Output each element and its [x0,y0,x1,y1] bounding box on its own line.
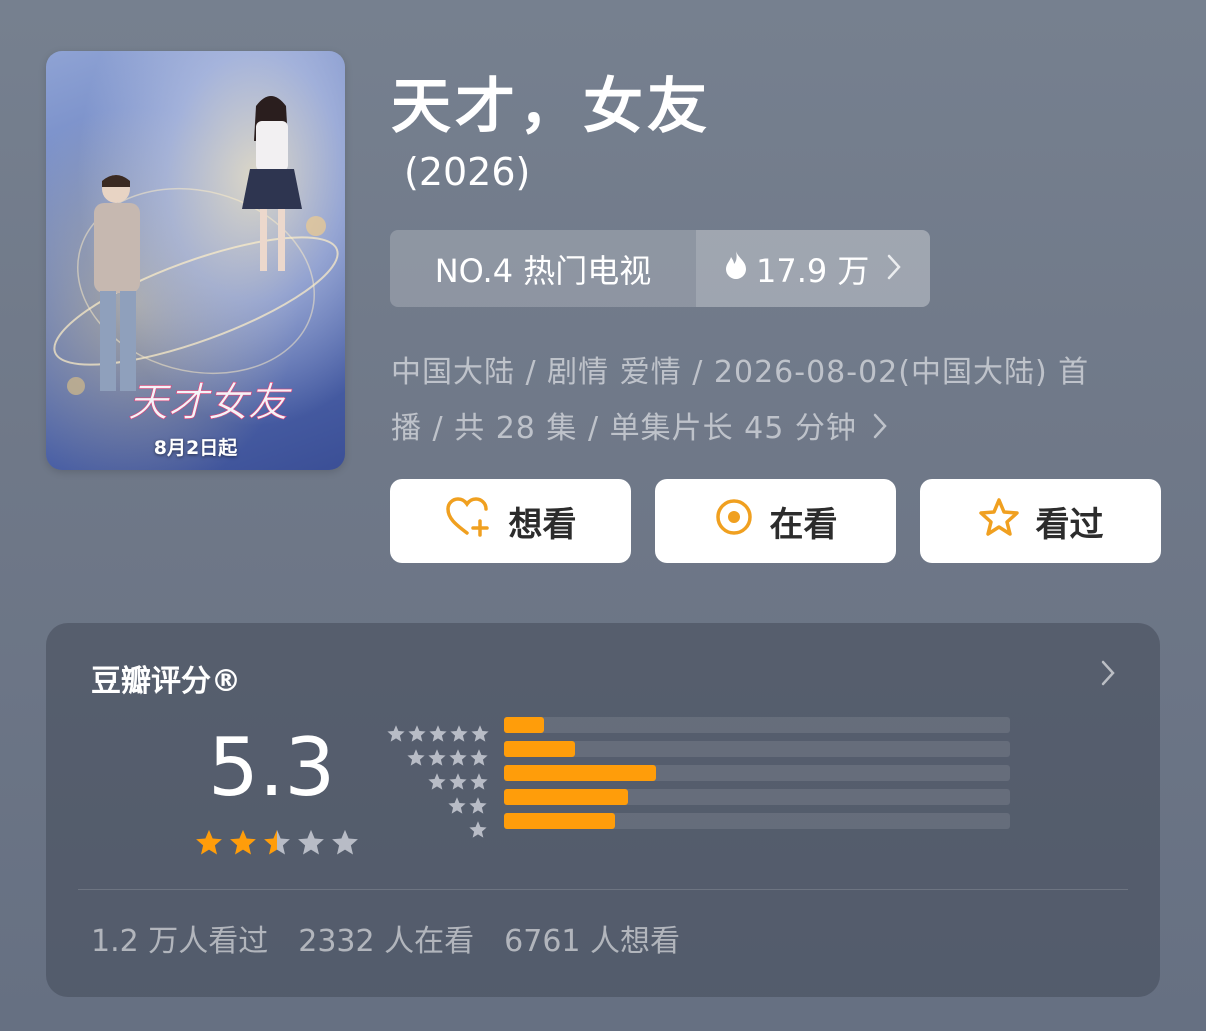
row-stars [468,820,488,844]
row-stars [447,796,488,820]
star-icon [449,724,469,748]
star-icon [386,724,406,748]
star-icon [330,828,360,862]
rank-chip[interactable]: NO.4 热门电视 17.9 万 [390,230,930,307]
rating-stats: 1.2 万人看过 2332 人在看 6761 人想看 [91,916,680,960]
rating-score: 5.3 [208,721,336,814]
star-icon [262,828,292,862]
star-icon [468,820,488,844]
star-outline-icon [978,497,1020,546]
male-figure [94,175,140,391]
divider [78,889,1128,890]
row-stars [427,772,489,796]
bar-fill [504,765,656,781]
bar-track [504,765,1010,781]
female-figure [242,96,302,271]
star-icon [407,724,427,748]
bar-track [504,717,1010,733]
watched-label: 看过 [1035,504,1104,545]
poster-title-art: 天才女友 [128,380,293,426]
star-icon [228,828,258,862]
want-button[interactable]: 想看 [390,479,631,563]
star-icon [296,828,326,862]
want-label: 想看 [508,504,577,545]
heat-chip[interactable]: 17.9 万 [696,230,930,307]
stat-item: 1.2 万人看过 [91,924,269,959]
star-icon [406,748,426,772]
heart-plus-icon [445,496,493,546]
target-circle-icon [714,497,754,546]
star-icon [428,724,448,748]
star-icon [469,772,489,796]
star-icon [470,724,490,748]
chevron-right-icon [873,402,888,458]
star-icon [448,772,468,796]
page-title: 天才，女友 [391,72,711,142]
stat-item: 2332 人在看 [298,924,475,959]
bar-fill [504,789,628,805]
bar-track [504,741,1010,757]
bar-track [504,813,1010,829]
rank-label[interactable]: NO.4 热门电视 [390,230,696,307]
meta-line-1: 中国大陆 / 剧情 爱情 / 2026-08-02(中国大陆) 首 [391,355,1090,390]
meta-line-2: 播 / 共 28 集 / 单集片长 45 分钟 [391,411,857,446]
score-stars [194,828,360,862]
chevron-right-icon[interactable] [1100,659,1116,691]
bar-fill [504,717,545,733]
release-year: (2026) [404,150,531,194]
chevron-right-icon [887,250,902,288]
watching-label: 在看 [769,504,838,545]
watching-button[interactable]: 在看 [655,479,896,563]
star-icon [469,748,489,772]
star-icon [468,796,488,820]
stat-item: 6761 人想看 [504,924,681,959]
meta-info[interactable]: 中国大陆 / 剧情 爱情 / 2026-08-02(中国大陆) 首 播 / 共 … [391,345,1131,458]
rating-title: 豆瓣评分® [91,664,241,699]
row-stars [386,724,490,748]
bar-fill [504,813,616,829]
star-icon [427,772,447,796]
flame-icon [724,250,748,288]
star-icon [427,748,447,772]
heat-value: 17.9 万 [756,251,870,290]
row-stars [406,748,489,772]
star-icon [194,828,224,862]
watched-button[interactable]: 看过 [920,479,1161,563]
poster-art: 天才女友 [53,96,339,426]
star-icon [448,748,468,772]
bar-track [504,789,1010,805]
poster-date: 8月2日起 [153,437,238,459]
poster-image[interactable]: 天才女友 8月2日起 [46,51,345,470]
bar-fill [504,741,575,757]
star-icon [447,796,467,820]
rating-card[interactable]: 豆瓣评分® 5.3 1.2 万人看过 2332 人在看 6761 人想看 [46,623,1160,997]
